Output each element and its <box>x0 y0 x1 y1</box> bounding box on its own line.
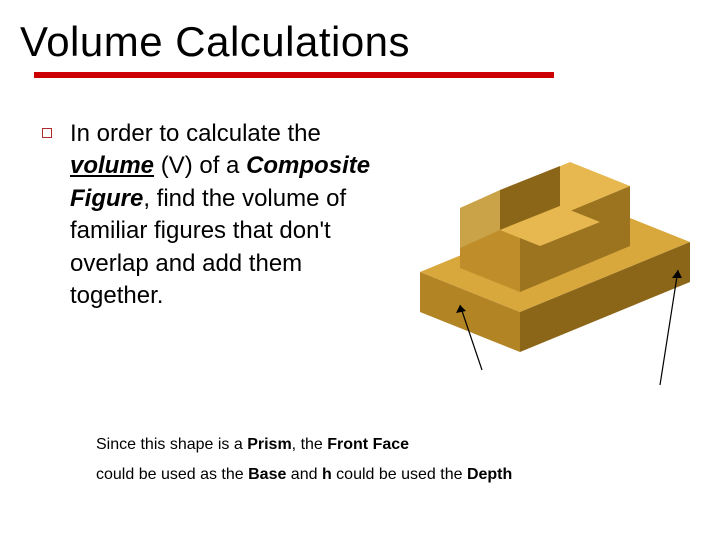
fn2-base: Base <box>248 466 286 483</box>
emphasis-volume: volume <box>70 152 154 179</box>
footnote-text: Since this shape is a Prism, the Front F… <box>96 430 696 491</box>
composite-prism-figure <box>400 150 700 380</box>
text-part-1: In order to calculate the <box>70 120 321 147</box>
footnote-line-1: Since this shape is a Prism, the Front F… <box>96 430 696 460</box>
fn2-c: and <box>286 466 322 483</box>
page-title: Volume Calculations <box>20 18 700 66</box>
fn1-c: , the <box>292 436 328 453</box>
prism-svg <box>400 150 700 410</box>
fn2-h: h <box>322 466 332 483</box>
fn1-prism: Prism <box>247 436 291 453</box>
square-bullet-icon <box>42 128 52 138</box>
footnote-line-2: could be used as the Base and h could be… <box>96 460 696 490</box>
fn1-a: Since this shape is a <box>96 436 247 453</box>
fn2-a: could be used as the <box>96 466 248 483</box>
fn2-e: could be used the <box>332 466 467 483</box>
title-area: Volume Calculations <box>0 0 720 78</box>
body-text: In order to calculate the volume (V) of … <box>56 118 396 312</box>
text-part-2: (V) of a <box>154 152 246 179</box>
fn2-depth: Depth <box>467 466 512 483</box>
fn1-frontface: Front Face <box>327 436 409 453</box>
